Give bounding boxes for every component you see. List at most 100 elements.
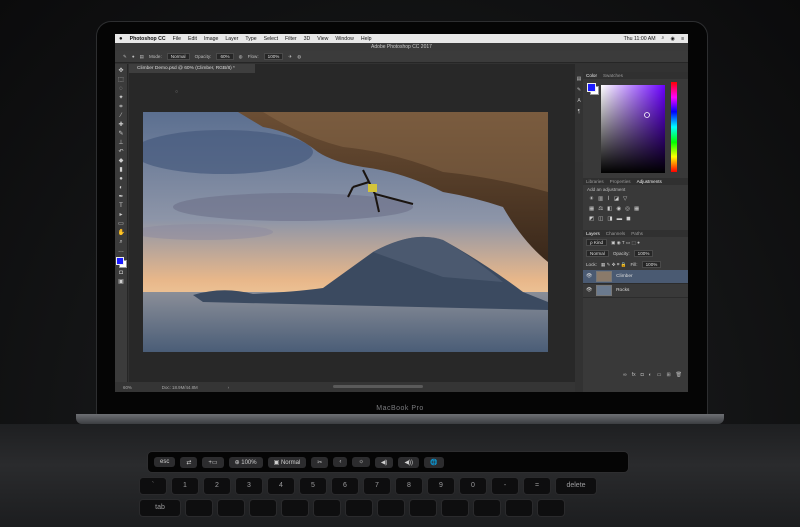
menu-select[interactable]: Select: [264, 36, 278, 42]
exposure-icon[interactable]: ◪: [614, 196, 619, 202]
key[interactable]: 3: [236, 478, 262, 494]
paragraph-panel-icon[interactable]: ¶: [578, 109, 581, 115]
hand-tool-icon[interactable]: ✋: [118, 230, 125, 237]
more-tools-icon[interactable]: …: [118, 248, 125, 255]
brush-tool-icon[interactable]: ✎: [123, 54, 127, 60]
airbrush-icon[interactable]: ✈: [288, 54, 292, 60]
visibility-eye-icon[interactable]: 👁: [586, 288, 592, 293]
key[interactable]: [346, 500, 372, 516]
zoom-readout[interactable]: 60%: [123, 385, 132, 390]
menu-list-icon[interactable]: ≡: [681, 36, 684, 42]
horizontal-scrollbar[interactable]: [333, 385, 423, 388]
key[interactable]: [282, 500, 308, 516]
invert-icon[interactable]: ◩: [589, 216, 594, 222]
touchbar-volume-down-icon[interactable]: ◀): [374, 456, 394, 468]
link-layers-icon[interactable]: ∞: [623, 372, 627, 380]
layer-name[interactable]: Rocks: [616, 288, 629, 293]
channel-mixer-icon[interactable]: ◎: [625, 206, 630, 212]
flow-field[interactable]: 100%: [263, 53, 284, 60]
menu-view[interactable]: View: [317, 36, 328, 42]
tab-layers[interactable]: Layers: [586, 231, 600, 236]
key[interactable]: 7: [364, 478, 390, 494]
healing-brush-icon[interactable]: ✚: [118, 122, 125, 129]
path-select-icon[interactable]: ▸: [118, 212, 125, 219]
key[interactable]: 2: [204, 478, 230, 494]
move-tool-icon[interactable]: ✥: [118, 68, 125, 75]
vibrance-icon[interactable]: ▽: [623, 196, 627, 202]
dodge-tool-icon[interactable]: ◐: [118, 185, 125, 192]
menu-image[interactable]: Image: [204, 36, 218, 42]
brightness-icon[interactable]: ☀: [589, 196, 594, 202]
clock[interactable]: Thu 11:00 AM: [624, 36, 656, 42]
lasso-tool-icon[interactable]: ◌: [118, 86, 125, 93]
clone-stamp-icon[interactable]: ⊥: [118, 140, 125, 147]
brush-settings-icon[interactable]: ▤: [140, 54, 144, 60]
shape-tool-icon[interactable]: ▭: [118, 221, 125, 228]
filter-icons[interactable]: ▣ ◉ T ▭ ⬚ ●: [611, 240, 640, 246]
brush-preset-icon[interactable]: ●: [132, 54, 135, 59]
black-white-icon[interactable]: ◧: [607, 206, 612, 212]
hue-slider[interactable]: [671, 82, 677, 172]
color-lookup-icon[interactable]: ▦: [634, 206, 639, 212]
magic-wand-icon[interactable]: ✦: [118, 95, 125, 102]
fill-field[interactable]: 100%: [641, 261, 662, 268]
layer-style-icon[interactable]: fx: [632, 372, 636, 380]
new-group-icon[interactable]: ▭: [657, 372, 662, 380]
gradient-map-icon[interactable]: ▬: [617, 216, 623, 222]
delete-key[interactable]: delete: [556, 478, 596, 494]
layer-row-rocks[interactable]: 👁 Rocks: [583, 284, 688, 298]
key[interactable]: [474, 500, 500, 516]
layer-name[interactable]: Climber: [616, 274, 633, 279]
key[interactable]: 5: [300, 478, 326, 494]
mode-select[interactable]: Normal: [166, 53, 190, 60]
brush-panel-icon[interactable]: ✎: [577, 87, 581, 93]
tab-paths[interactable]: Paths: [631, 231, 643, 236]
key[interactable]: 0: [460, 478, 486, 494]
menu-help[interactable]: Help: [361, 36, 372, 42]
key[interactable]: [506, 500, 532, 516]
menu-window[interactable]: Window: [335, 36, 353, 42]
pressure-opacity-icon[interactable]: ◍: [239, 54, 243, 60]
layer-row-climber[interactable]: 👁 Climber: [583, 270, 688, 284]
photo-filter-icon[interactable]: ◉: [616, 206, 621, 212]
marquee-tool-icon[interactable]: ⬚: [118, 77, 125, 84]
crop-tool-icon[interactable]: ⌗: [118, 104, 125, 111]
eraser-icon[interactable]: ◆: [118, 158, 125, 165]
key[interactable]: 1: [172, 478, 198, 494]
touchbar-siri-icon[interactable]: 🌐: [424, 456, 444, 468]
menu-file[interactable]: File: [173, 36, 181, 42]
key[interactable]: =: [524, 478, 550, 494]
pen-tool-icon[interactable]: ✒: [118, 194, 125, 201]
tab-swatches[interactable]: Swatches: [603, 73, 623, 78]
key[interactable]: [378, 500, 404, 516]
lock-icons[interactable]: ▦ ✎ ✥ ⌗ 🔒: [601, 262, 626, 268]
layer-opacity-field[interactable]: 100%: [633, 250, 654, 257]
tab-libraries[interactable]: Libraries: [586, 179, 604, 184]
touchbar-blend-mode[interactable]: ▣ Normal: [267, 456, 307, 468]
touchbar-swap-icon[interactable]: ⇄: [180, 456, 198, 468]
menu-edit[interactable]: Edit: [188, 36, 197, 42]
tab-channels[interactable]: Channels: [606, 231, 625, 236]
key[interactable]: [442, 500, 468, 516]
screen-mode-icon[interactable]: ▣: [118, 279, 125, 286]
quick-mask-icon[interactable]: ◘: [118, 270, 125, 277]
apple-icon[interactable]: ●: [119, 36, 123, 42]
key[interactable]: `: [140, 478, 166, 494]
gradient-tool-icon[interactable]: ▮: [118, 167, 125, 174]
history-brush-icon[interactable]: ↶: [118, 149, 125, 156]
tab-color[interactable]: Color: [586, 73, 597, 78]
menu-3d[interactable]: 3D: [304, 36, 311, 42]
type-tool-icon[interactable]: T: [118, 203, 125, 210]
tab-properties[interactable]: Properties: [610, 179, 631, 184]
status-arrow-icon[interactable]: ›: [228, 385, 229, 390]
user-icon[interactable]: ◉: [670, 36, 675, 42]
history-panel-icon[interactable]: ▤: [577, 76, 582, 82]
touchbar-collapse-icon[interactable]: ‹: [333, 457, 348, 467]
blur-tool-icon[interactable]: ●: [118, 176, 125, 183]
add-mask-icon[interactable]: ◘: [641, 372, 644, 380]
key[interactable]: -: [492, 478, 518, 494]
posterize-icon[interactable]: ◫: [598, 216, 603, 222]
hue-sat-icon[interactable]: ▦: [589, 206, 594, 212]
key[interactable]: [314, 500, 340, 516]
key[interactable]: [410, 500, 436, 516]
